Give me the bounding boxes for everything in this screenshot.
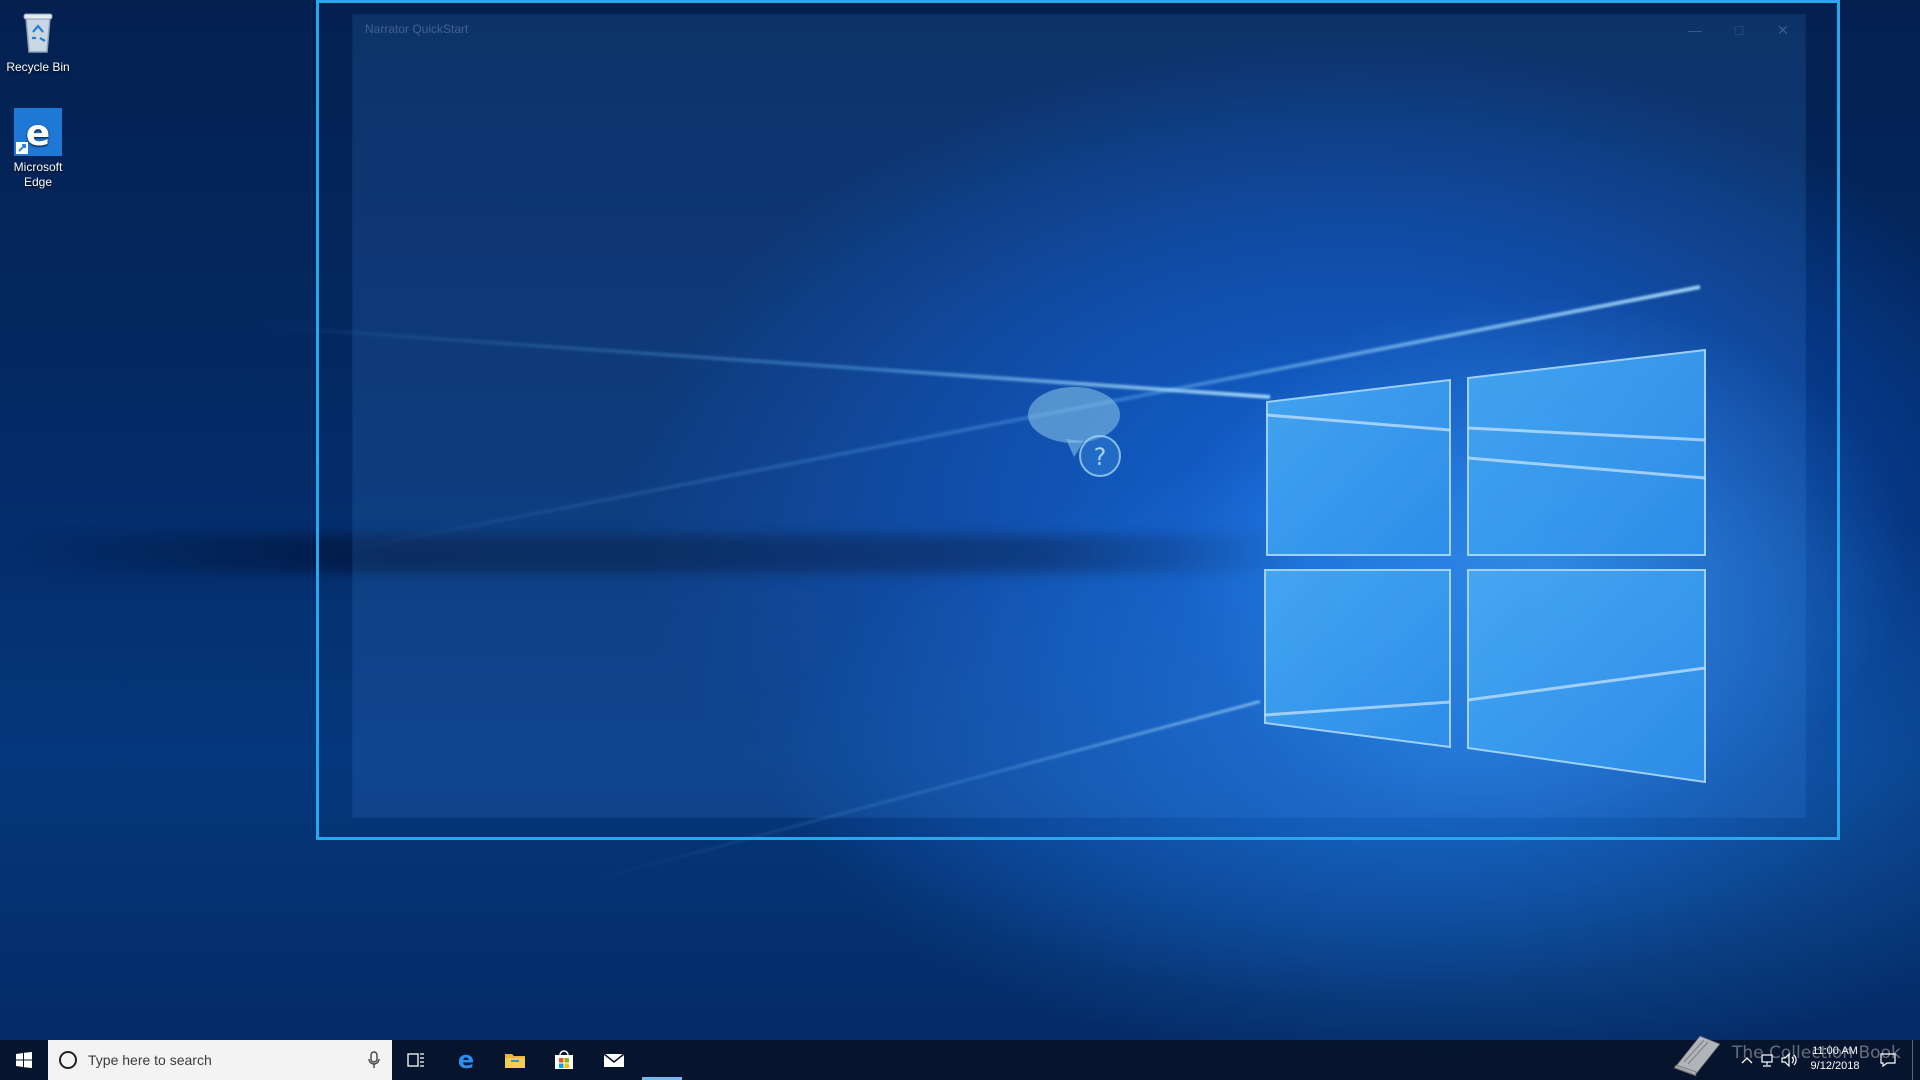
desktop-icon-edge[interactable]: e Microsoft Edge [2,108,74,190]
speech-bubble-question-icon: ? [1028,387,1121,477]
store-icon [555,1050,573,1069]
taskbar-mail-button[interactable] [590,1040,638,1080]
mail-icon [603,1053,625,1067]
search-box[interactable]: Type here to search [48,1040,392,1080]
task-view-button[interactable] [392,1040,440,1080]
search-placeholder: Type here to search [88,1052,212,1068]
recycle-bin-icon [14,8,62,56]
show-desktop-button[interactable] [1912,1040,1913,1080]
minimize-button[interactable]: — [1673,15,1717,45]
maximize-icon: □ [1734,22,1744,38]
edge-icon: e [458,1049,474,1071]
desktop-icon-label: Recycle Bin [6,60,70,74]
network-icon [1761,1054,1773,1067]
task-view-icon [407,1053,424,1067]
file-explorer-icon [505,1054,525,1068]
close-icon: ✕ [1777,21,1789,38]
volume-button[interactable] [1778,1040,1802,1080]
chevron-up-icon [1741,1057,1753,1064]
desktop-icon-recycle-bin[interactable]: Recycle Bin [2,8,74,75]
minimize-icon: — [1688,22,1702,38]
svg-text:?: ? [1094,443,1107,471]
network-button[interactable] [1755,1040,1779,1080]
edge-icon: e [14,108,62,156]
svg-text:e: e [458,1049,474,1071]
taskbar-file-explorer-button[interactable] [491,1040,539,1080]
window-title: Narrator QuickStart [365,22,469,36]
taskbar: Type here to search e 11:00 AM 9/12/2018 [0,1040,1920,1080]
desktop: Recycle Bin e Microsoft Edge Narrator Qu… [0,0,1920,1080]
action-center-button[interactable] [1874,1040,1902,1080]
start-button[interactable] [0,1040,48,1080]
microphone-icon[interactable] [368,1051,380,1069]
taskbar-edge-button[interactable]: e [442,1040,490,1080]
maximize-button[interactable]: □ [1717,15,1761,45]
window-titlebar[interactable]: Narrator QuickStart — □ ✕ [353,15,1805,45]
svg-text:e: e [26,113,50,154]
taskbar-clock[interactable]: 11:00 AM 9/12/2018 [1800,1044,1870,1074]
desktop-icon-label: Microsoft Edge [13,160,63,189]
action-center-icon [1880,1053,1896,1067]
narrator-quickstart-window[interactable]: Narrator QuickStart — □ ✕ ? [353,15,1805,817]
volume-icon [1781,1053,1797,1067]
taskbar-store-button[interactable] [540,1040,588,1080]
windows-start-icon [16,1052,32,1068]
clock-date: 9/12/2018 [1810,1060,1860,1072]
cortana-icon [59,1051,77,1069]
clock-time: 11:00 AM [1812,1045,1858,1057]
close-button[interactable]: ✕ [1761,15,1805,45]
